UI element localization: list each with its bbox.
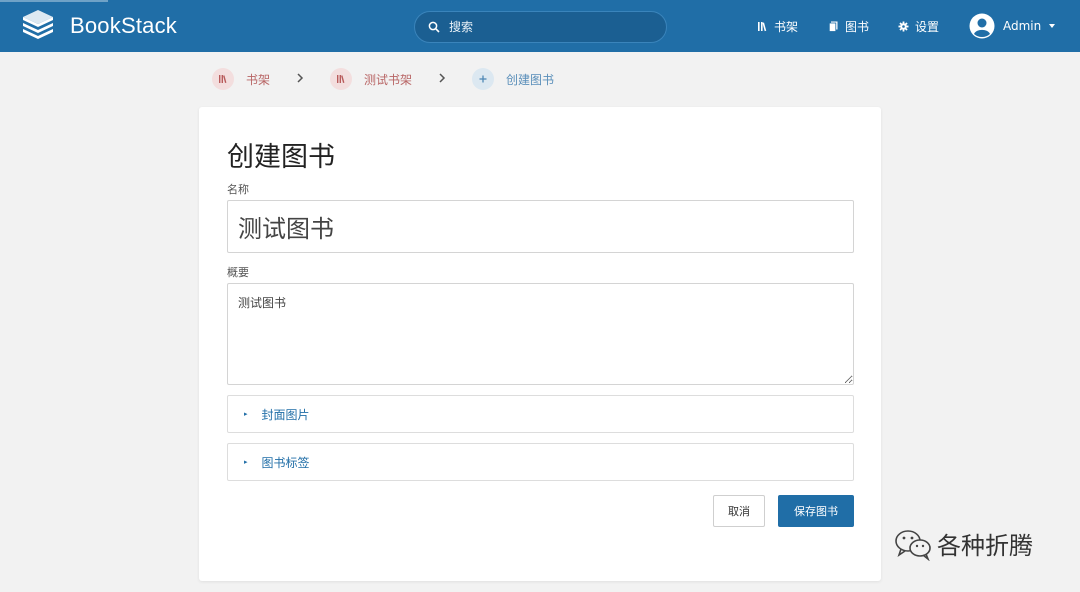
watermark-text: 各种折腾: [937, 532, 1033, 560]
create-book-card: 创建图书 名称 概要 测试图书 ▸ 封面图片 ▸ 图书标签 取消 保存图书: [199, 107, 881, 581]
avatar: [969, 13, 995, 39]
bookshelf-icon: [330, 68, 353, 90]
app-logo[interactable]: BookStack: [20, 10, 177, 42]
breadcrumb-label: 书架: [246, 72, 271, 87]
breadcrumb-create-book[interactable]: 创建图书: [472, 68, 554, 90]
book-icon: [828, 21, 838, 32]
plus-icon: [472, 68, 495, 90]
bookshelf-icon: [212, 68, 234, 90]
breadcrumb: 书架 测试书架 创建图书: [212, 68, 554, 90]
breadcrumb-test-shelf[interactable]: 测试书架: [330, 68, 412, 90]
header-topline: [0, 0, 108, 2]
nav-books-label: 图书: [845, 19, 870, 34]
nav-shelves-link[interactable]: 书架: [757, 0, 798, 52]
caret-down-icon: [1049, 24, 1056, 28]
user-menu[interactable]: Admin: [969, 11, 1056, 41]
nav-settings-link[interactable]: 设置: [898, 0, 939, 52]
breadcrumb-label: 测试书架: [364, 72, 413, 87]
chevron-right-icon: [438, 72, 446, 86]
book-tags-section-toggle[interactable]: ▸ 图书标签: [227, 443, 854, 481]
bookshelf-icon: [758, 21, 767, 31]
chevron-right-icon: [296, 72, 304, 86]
description-label: 概要: [227, 266, 249, 279]
triangle-right-icon: ▸: [244, 458, 248, 466]
search-icon: [428, 21, 440, 33]
book-description-textarea[interactable]: 测试图书: [227, 283, 854, 385]
name-label: 名称: [227, 183, 249, 196]
app-name: BookStack: [70, 13, 177, 38]
breadcrumb-label: 创建图书: [506, 72, 555, 87]
cover-image-section-label: 封面图片: [261, 407, 310, 422]
book-name-input[interactable]: [227, 200, 854, 253]
bookstack-logo-icon: [23, 10, 53, 39]
book-tags-section-label: 图书标签: [261, 455, 310, 470]
cancel-button[interactable]: 取消: [713, 495, 765, 527]
nav-shelves-label: 书架: [774, 19, 799, 34]
search-box[interactable]: [414, 11, 667, 43]
wechat-icon: [895, 529, 931, 561]
triangle-right-icon: ▸: [244, 410, 248, 418]
gear-icon: [898, 21, 909, 31]
save-book-button[interactable]: 保存图书: [778, 495, 854, 527]
page-title: 创建图书: [227, 142, 335, 173]
cover-image-section-toggle[interactable]: ▸ 封面图片: [227, 395, 854, 433]
user-name: Admin: [1003, 19, 1042, 33]
watermark: 各种折腾: [893, 526, 1033, 561]
breadcrumb-shelves[interactable]: 书架: [212, 68, 270, 90]
top-header: BookStack 书架 图书: [0, 0, 1080, 52]
search-input[interactable]: [449, 20, 639, 34]
nav-books-link[interactable]: 图书: [828, 0, 869, 52]
nav-settings-label: 设置: [915, 19, 940, 34]
